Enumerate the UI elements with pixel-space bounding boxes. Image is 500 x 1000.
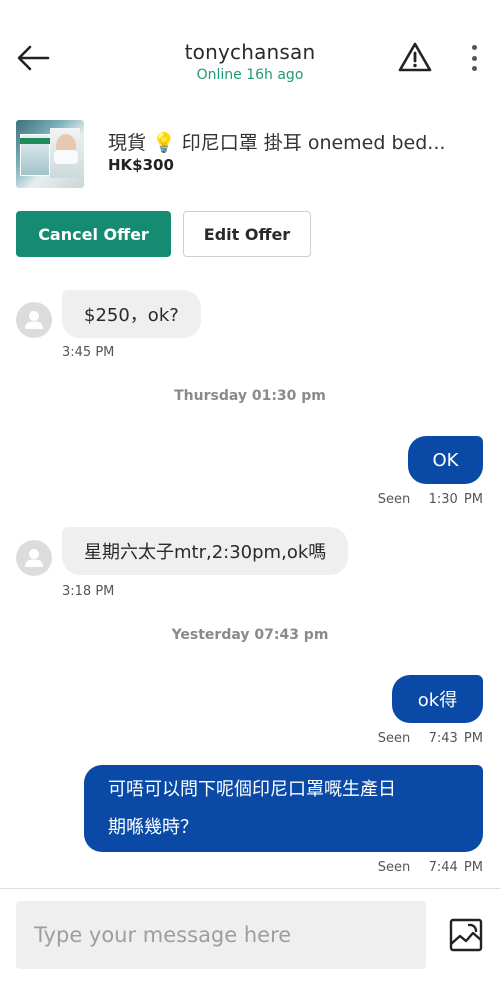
user-avatar-icon bbox=[25, 549, 43, 567]
divider bbox=[0, 888, 500, 889]
message-status: Seen 1:30 PM bbox=[378, 492, 483, 507]
date-separator: Yesterday 07:43 pm bbox=[171, 627, 329, 643]
product-title[interactable]: 現貨 💡 印尼口罩 掛耳 onemed bed... bbox=[108, 128, 486, 155]
avatar[interactable] bbox=[16, 540, 52, 576]
seen-status: Seen bbox=[377, 731, 411, 746]
message-time: 3:45 PM bbox=[62, 345, 115, 360]
more-vertical-icon bbox=[471, 45, 477, 50]
chat-title: tonychansan Online 16h ago bbox=[100, 40, 400, 83]
product-thumbnail[interactable] bbox=[16, 120, 84, 188]
avatar[interactable] bbox=[16, 302, 52, 338]
user-avatar-icon bbox=[25, 311, 43, 329]
message-time: 7:44 PM bbox=[428, 860, 483, 875]
product-summary[interactable]: 現貨 💡 印尼口罩 掛耳 onemed bed... HK$300 bbox=[16, 118, 486, 190]
message-time: 3:18 PM bbox=[62, 584, 115, 599]
seen-status: Seen bbox=[377, 492, 411, 507]
seen-status: Seen bbox=[377, 860, 411, 875]
message-status: Seen 7:43 PM bbox=[378, 731, 483, 746]
message-status: Seen 7:44 PM bbox=[378, 860, 483, 875]
message-bubble-outgoing[interactable]: OK bbox=[408, 436, 483, 484]
report-button[interactable] bbox=[395, 38, 435, 76]
date-separator: Thursday 01:30 pm bbox=[174, 388, 326, 404]
chat-header: tonychansan Online 16h ago bbox=[0, 0, 500, 110]
image-upload-icon bbox=[449, 918, 483, 952]
online-status: Online 16h ago bbox=[196, 67, 304, 83]
message-input[interactable] bbox=[16, 901, 426, 969]
arrow-left-icon bbox=[17, 45, 50, 71]
attach-image-button[interactable] bbox=[446, 914, 486, 956]
cancel-offer-button[interactable]: Cancel Offer bbox=[16, 211, 171, 257]
warning-triangle-icon bbox=[398, 42, 432, 72]
product-price: HK$300 bbox=[108, 156, 174, 174]
message-time: 1:30 PM bbox=[428, 492, 483, 507]
message-text-line: 期喺幾時？ bbox=[108, 816, 198, 838]
edit-offer-button[interactable]: Edit Offer bbox=[183, 211, 311, 257]
message-bubble-incoming[interactable]: $250，ok? bbox=[62, 290, 201, 338]
back-button[interactable] bbox=[14, 40, 52, 76]
message-bubble-outgoing[interactable]: ok得 bbox=[392, 675, 483, 723]
message-text-line: 可唔可以問下呢個印尼口罩嘅生產日 bbox=[108, 778, 396, 800]
message-time: 7:43 PM bbox=[428, 731, 483, 746]
more-options-button[interactable] bbox=[462, 42, 486, 74]
message-bubble-incoming[interactable]: 星期六太子mtr,2:30pm,ok嗎 bbox=[62, 527, 349, 575]
username[interactable]: tonychansan bbox=[100, 40, 400, 64]
message-bubble-outgoing[interactable]: 可唔可以問下呢個印尼口罩嘅生產日 期喺幾時？ bbox=[84, 765, 483, 852]
